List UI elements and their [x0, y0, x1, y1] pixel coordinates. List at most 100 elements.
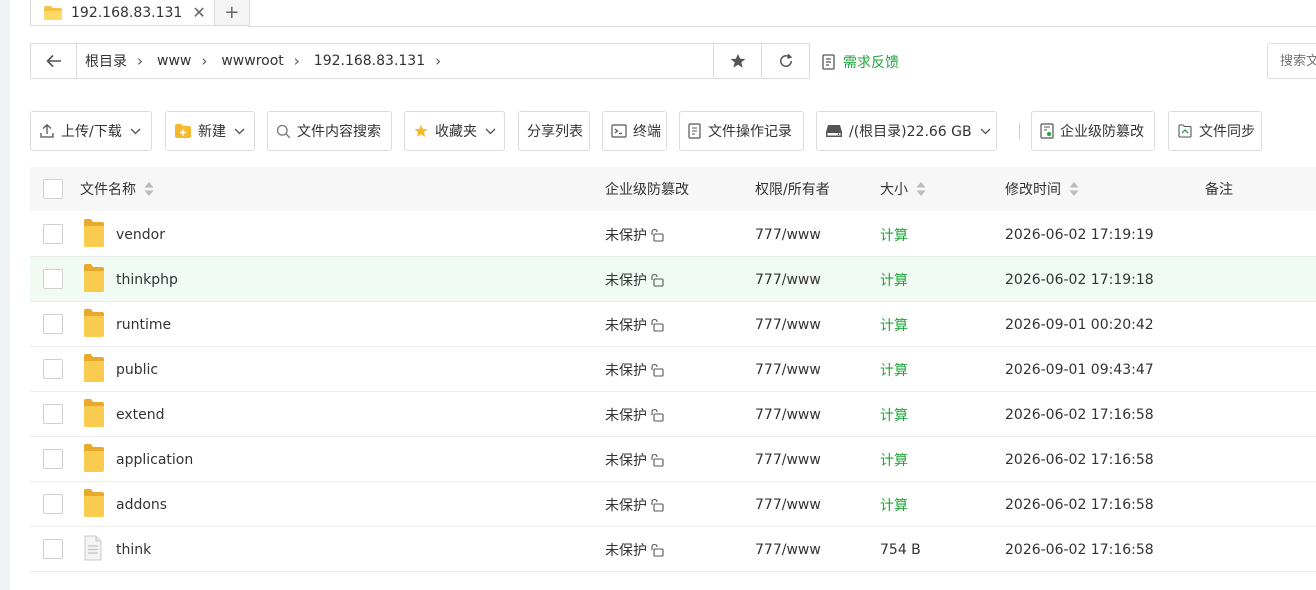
- file-size[interactable]: 754 B: [880, 527, 921, 572]
- refresh-button[interactable]: [761, 44, 809, 78]
- file-search-input[interactable]: [1267, 43, 1316, 79]
- protect-status[interactable]: 未保护: [605, 302, 665, 347]
- add-tab-button[interactable]: +: [213, 0, 250, 26]
- back-button[interactable]: [31, 44, 77, 78]
- breadcrumb-root[interactable]: 根目录: [85, 51, 127, 71]
- permission-owner[interactable]: 777/www: [755, 257, 821, 302]
- file-size[interactable]: 计算: [880, 212, 908, 257]
- log-icon: [688, 123, 701, 139]
- file-name[interactable]: think: [116, 527, 151, 572]
- file-size[interactable]: 计算: [880, 347, 908, 392]
- file-name[interactable]: vendor: [116, 212, 165, 257]
- permission-owner[interactable]: 777/www: [755, 482, 821, 527]
- permission-owner[interactable]: 777/www: [755, 392, 821, 437]
- disk-icon: [826, 125, 842, 137]
- file-type-icon-cell: [83, 257, 105, 302]
- row-checkbox[interactable]: [43, 359, 63, 379]
- table-row[interactable]: thinkphp 未保护 777/www 计算 2026-06-02 17:19…: [30, 257, 1316, 302]
- unlock-icon: [651, 318, 664, 332]
- favorites-button[interactable]: 收藏夹: [404, 111, 505, 151]
- protect-status[interactable]: 未保护: [605, 347, 665, 392]
- modified-time: 2026-06-02 17:16:58: [1005, 496, 1154, 513]
- row-checkbox[interactable]: [43, 314, 63, 334]
- table-row[interactable]: public 未保护 777/www 计算 2026-09-01 09:43:4…: [30, 347, 1316, 392]
- favorite-button[interactable]: [713, 44, 761, 78]
- close-icon[interactable]: ✕: [192, 3, 205, 22]
- row-checkbox[interactable]: [43, 269, 63, 289]
- chevron-right-icon: ›: [293, 52, 300, 70]
- column-note: 备注: [1205, 179, 1233, 199]
- disk-selector[interactable]: /(根目录)22.66 GB: [816, 111, 997, 151]
- column-modified-label: 修改时间: [1005, 182, 1061, 198]
- protect-status[interactable]: 未保护: [605, 257, 665, 302]
- search-icon: [276, 124, 291, 138]
- permission-owner[interactable]: 777/www: [755, 302, 821, 347]
- modified-time: 2026-06-02 17:19:19: [1005, 226, 1154, 243]
- protect-status[interactable]: 未保护: [605, 392, 665, 437]
- breadcrumb-site[interactable]: 192.168.83.131: [314, 53, 425, 69]
- protect-status[interactable]: 未保护: [605, 437, 665, 482]
- file-size[interactable]: 计算: [880, 482, 908, 527]
- row-checkbox[interactable]: [43, 224, 63, 244]
- chevron-right-icon: ›: [435, 52, 442, 70]
- file-size[interactable]: 计算: [880, 302, 908, 347]
- permission-owner[interactable]: 777/www: [755, 527, 821, 572]
- address-bar: 根目录 › www › wwwroot › 192.168.83.131 ›: [30, 43, 810, 79]
- column-modified[interactable]: 修改时间: [1005, 179, 1079, 199]
- table-row[interactable]: addons 未保护 777/www 计算 2026-06-02 17:16:5…: [30, 482, 1316, 527]
- chevron-down-icon: [234, 128, 245, 134]
- chevron-down-icon: [130, 128, 141, 134]
- file-size[interactable]: 计算: [880, 257, 908, 302]
- sort-icon[interactable]: [144, 181, 154, 197]
- protect-status[interactable]: 未保护: [605, 212, 665, 257]
- refresh-icon: [779, 53, 792, 67]
- table-row[interactable]: extend 未保护 777/www 计算 2026-06-02 17:16:5…: [30, 392, 1316, 437]
- row-checkbox[interactable]: [43, 539, 63, 559]
- file-size[interactable]: 计算: [880, 437, 908, 482]
- file-sync-button[interactable]: 文件同步: [1168, 111, 1262, 151]
- protect-status[interactable]: 未保护: [605, 527, 665, 572]
- modified-time: 2026-09-01 09:43:47: [1005, 361, 1154, 378]
- row-checkbox[interactable]: [43, 449, 63, 469]
- permission-owner[interactable]: 777/www: [755, 212, 821, 257]
- content-search-button[interactable]: 文件内容搜索: [267, 111, 392, 151]
- table-row[interactable]: runtime 未保护 777/www 计算 2026-09-01 00:20:…: [30, 302, 1316, 347]
- table-row[interactable]: think 未保护 777/www 754 B 2026-06-02 17:16…: [30, 527, 1316, 572]
- sort-icon[interactable]: [1069, 181, 1079, 197]
- column-size[interactable]: 大小: [880, 179, 926, 199]
- table-row[interactable]: application 未保护 777/www 计算 2026-06-02 17…: [30, 437, 1316, 482]
- share-list-button[interactable]: 分享列表: [518, 111, 590, 151]
- file-name[interactable]: public: [116, 347, 158, 392]
- file-name[interactable]: thinkphp: [116, 257, 178, 302]
- row-checkbox[interactable]: [43, 494, 63, 514]
- column-name[interactable]: 文件名称: [80, 179, 154, 199]
- row-checkbox[interactable]: [43, 404, 63, 424]
- modified-time: 2026-06-02 17:16:58: [1005, 451, 1154, 468]
- terminal-button[interactable]: 终端: [602, 111, 667, 151]
- new-button[interactable]: 新建: [165, 111, 255, 151]
- protect-status[interactable]: 未保护: [605, 482, 665, 527]
- breadcrumb-wwwroot[interactable]: wwwroot: [221, 53, 283, 69]
- operation-log-button[interactable]: 文件操作记录: [679, 111, 804, 151]
- new-folder-icon: [175, 124, 191, 138]
- modified-time: 2026-06-02 17:19:18: [1005, 271, 1154, 288]
- file-name[interactable]: addons: [116, 482, 167, 527]
- table-row[interactable]: vendor 未保护 777/www 计算 2026-06-02 17:19:1…: [30, 212, 1316, 257]
- column-note-label: 备注: [1205, 182, 1233, 198]
- permission-owner[interactable]: 777/www: [755, 437, 821, 482]
- toolbar-divider: [1019, 123, 1020, 139]
- tamper-proof-button[interactable]: 企业级防篡改: [1031, 111, 1155, 151]
- file-name[interactable]: extend: [116, 392, 165, 437]
- chevron-right-icon: ›: [137, 52, 143, 70]
- file-size[interactable]: 计算: [880, 392, 908, 437]
- sort-icon[interactable]: [916, 181, 926, 197]
- feedback-link[interactable]: 需求反馈: [821, 52, 899, 72]
- tab-current-directory[interactable]: 192.168.83.131 ✕: [30, 0, 214, 26]
- file-name[interactable]: application: [116, 437, 193, 482]
- select-all-checkbox[interactable]: [43, 179, 63, 199]
- upload-download-button[interactable]: 上传/下载: [30, 111, 152, 151]
- file-name[interactable]: runtime: [116, 302, 171, 347]
- column-protect-label: 企业级防篡改: [605, 182, 689, 198]
- breadcrumb-www[interactable]: www: [157, 53, 191, 69]
- permission-owner[interactable]: 777/www: [755, 347, 821, 392]
